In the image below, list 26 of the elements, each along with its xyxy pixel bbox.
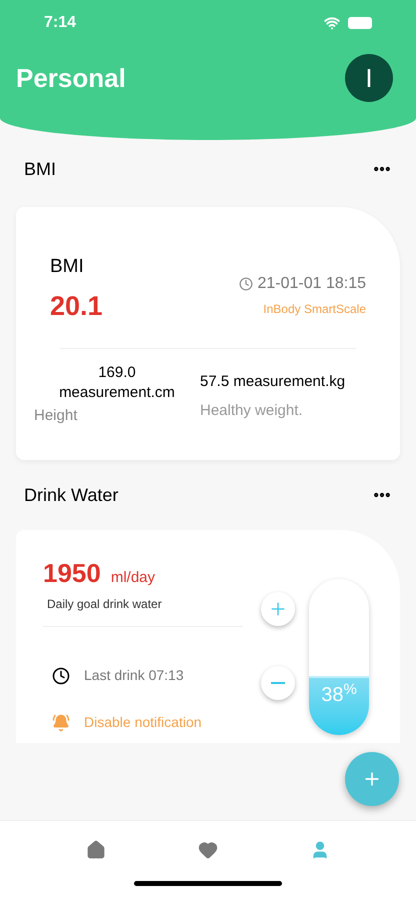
status-time: 7:14 [44,13,76,33]
home-icon [86,840,106,860]
page-title: Personal [16,62,126,94]
goal-value: 1950 [43,557,101,590]
avatar[interactable]: I [345,54,393,102]
water-percent: 38$^{%}$ [320,680,358,708]
weight-value: 57.5 measurement.kg [200,372,346,392]
height-label: Height [34,406,78,426]
bmi-value: 20.1 [50,290,103,322]
measurement-datetime: 21-01-01 18:15 [257,274,366,294]
bell-icon [52,714,70,732]
battery-icon [348,17,372,29]
weight-label: Healthy weight. [200,400,304,420]
clock-icon [52,666,70,684]
height-value: 169.0 measurement.cm [58,363,176,403]
goal-unit: ml/day [110,568,156,588]
section-title: BMI [24,158,56,180]
bmi-label: BMI [50,255,85,279]
section-title: Drink Water [24,484,118,506]
wifi-icon [324,15,340,31]
goal-label: Daily goal drink water [47,596,163,613]
minus-icon [271,682,285,684]
heart-icon [198,840,218,860]
last-drink: Last drink 07:13 [84,666,184,685]
clock-icon [239,277,254,291]
source-device: InBody SmartScale [263,301,366,318]
